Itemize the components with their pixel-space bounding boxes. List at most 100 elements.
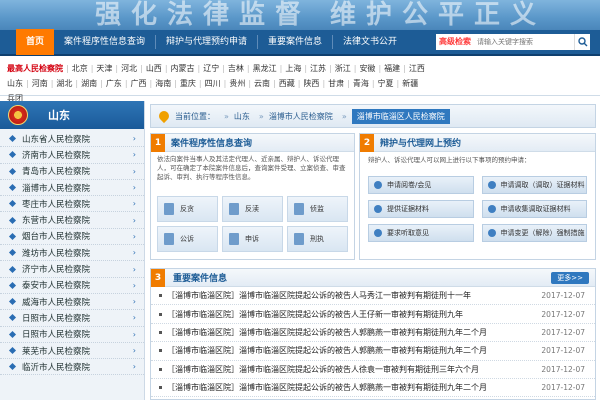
province-link[interactable]: 青海 [350, 78, 372, 89]
sidebar-item[interactable]: 济南市人民检察院 › [0, 147, 144, 164]
breadcrumb-current: 淄博市临淄区人民检察院 [351, 108, 450, 124]
news-row[interactable]: ［淄博市临淄区院］淄博市临淄区院提起公诉的被告人郭鹏燕一审被判有期徒刑九年二个月… [151, 324, 595, 343]
sidebar-item[interactable]: 山东省人民检察院 › [0, 131, 144, 148]
province-link[interactable]: 天津 [93, 63, 115, 74]
chevron-right-icon: › [132, 297, 136, 307]
panel-header: 3 重要案件信息 更多>> [151, 268, 595, 287]
more-button[interactable]: 更多>> [551, 272, 589, 284]
news-row[interactable]: ［淄博市临淄区院］淄博市临淄区院提起公诉的被告人郭鹏燕一审被判有期徒刑九年二个月… [151, 379, 595, 398]
nav-defense-appointment[interactable]: 辩护与代理预约申请 [156, 29, 257, 55]
province-link[interactable]: 辽宁 [200, 63, 222, 74]
nav-home[interactable]: 首页 [16, 29, 54, 55]
sidebar-item-label: 东营市人民检察院 [22, 216, 91, 227]
case-type-button[interactable]: 申诉 [222, 226, 283, 252]
province-link[interactable]: 贵州 [226, 78, 248, 89]
sidebar-item-label: 济宁市人民检察院 [22, 265, 91, 276]
appointment-button[interactable]: 申请变更（解除）强制措施 [481, 224, 587, 242]
news-title[interactable]: ［淄博市临淄区院］淄博市临淄区院提起公诉的被告人郭鹏燕一审被判有期徒刑九年二个月 [167, 345, 541, 356]
province-link[interactable]: 黑龙江 [250, 63, 280, 74]
appointment-button[interactable]: 申请收集调取证据材料 [481, 200, 587, 218]
chevron-right-icon: › [132, 280, 136, 290]
sidebar-item[interactable]: 威海市人民检察院 › [0, 294, 144, 311]
nav-important-cases[interactable]: 重要案件信息 [258, 29, 332, 55]
province-link[interactable]: 宁夏 [375, 78, 397, 89]
sidebar-item[interactable]: 烟台市人民检察院 › [0, 229, 144, 246]
province-link[interactable]: 河北 [118, 63, 140, 74]
province-link[interactable]: 安徽 [356, 63, 378, 74]
province-link[interactable]: 山东 [4, 78, 26, 89]
province-link[interactable]: 陕西 [300, 78, 322, 89]
province-link[interactable]: 海南 [152, 78, 174, 89]
province-link[interactable]: 广西 [128, 78, 150, 89]
nav-legal-documents[interactable]: 法律文书公开 [333, 29, 407, 55]
news-date: 2017-12-07 [541, 309, 585, 319]
case-type-button[interactable]: 侦监 [287, 196, 348, 222]
news-title[interactable]: ［淄博市临淄区院］淄博市临淄区院提起公诉的被告人郭鹏燕一审被判有期徒刑九年二个月 [167, 327, 541, 338]
province-link[interactable]: 广东 [103, 78, 125, 89]
panel-description: 辩护人、诉讼代理人可以网上进行以下事项的预约申请： [368, 156, 531, 164]
province-link[interactable]: 湖北 [53, 78, 75, 89]
search-input[interactable] [474, 34, 574, 50]
province-link[interactable]: 甘肃 [325, 78, 347, 89]
province-link[interactable]: 北京 [69, 63, 91, 74]
news-title[interactable]: ［淄博市临淄区院］淄博市临淄区院提起公诉的被告人徐袁一审被判有期徒刑三年六个月 [167, 364, 541, 375]
sidebar-item[interactable]: 日照市人民检察院 › [0, 327, 144, 343]
case-type-button[interactable]: 反渎 [222, 196, 283, 222]
appointment-button[interactable]: 提供证据材料 [368, 200, 474, 218]
search-icon [577, 37, 587, 47]
appointment-button[interactable]: 申请调取（调取）证据材料 [481, 176, 587, 194]
province-link[interactable]: 福建 [381, 63, 403, 74]
province-link[interactable]: 四川 [202, 78, 224, 89]
sidebar-list: 山东省人民检察院 › 济南市人民检察院 › 青岛市人民检察院 › 淄博市人民检察院 › 枣庄市人… [0, 129, 144, 376]
defense-appointment-panel: 2 辩护与代理网上预约 辩护人、诉讼代理人可以网上进行以下事项的预约申请： 申请… [359, 133, 596, 260]
sidebar-item[interactable]: 青岛市人民检察院 › [0, 164, 144, 180]
province-link[interactable]: 河南 [29, 78, 51, 89]
breadcrumb-item[interactable]: 山东 [234, 111, 250, 122]
sidebar-item[interactable]: 泰安市人民检察院 › [0, 278, 144, 294]
sidebar-item[interactable]: 淄博市人民检察院 › [0, 180, 144, 197]
diamond-bullet-icon [8, 135, 17, 143]
sidebar-item[interactable]: 济宁市人民检察院 › [0, 261, 144, 278]
search-button[interactable] [574, 34, 590, 50]
sidebar-item[interactable]: 莱芜市人民检察院 › [0, 343, 144, 360]
sidebar-item[interactable]: 东营市人民检察院 › [0, 212, 144, 229]
province-link[interactable]: 山西 [143, 63, 165, 74]
panel-header: 1 案件程序性信息查询 [151, 133, 354, 152]
province-link[interactable]: 江苏 [307, 63, 329, 74]
province-link[interactable]: 最高人民检察院 [4, 63, 66, 74]
province-link[interactable]: 浙江 [332, 63, 354, 74]
sidebar-item[interactable]: 日照市人民检察院 › [0, 310, 144, 327]
province-link[interactable]: 内蒙古 [168, 63, 198, 74]
news-title[interactable]: ［淄博市临淄区院］淄博市临淄区院提起公诉的被告人马秀江一审被判有期徒刑十一年 [167, 290, 541, 301]
news-row[interactable]: ［淄博市临淄区院］淄博市临淄区院提起公诉的被告人郭鹏燕一审被判有期徒刑九年二个月… [151, 342, 595, 361]
province-link[interactable]: 云南 [251, 78, 273, 89]
news-row[interactable]: ［淄博市临淄区院］淄博市临淄区院提起公诉的被告人徐袁一审被判有期徒刑三年六个月 2… [151, 361, 595, 379]
breadcrumb-separator-icon: » [224, 111, 229, 121]
case-type-button[interactable]: 刑执 [287, 226, 348, 252]
nav-case-query[interactable]: 案件程序性信息查询 [54, 29, 155, 55]
case-type-button[interactable]: 公诉 [157, 226, 218, 252]
appointment-button[interactable]: 申请阅卷/会见 [368, 176, 474, 194]
sidebar-item[interactable]: 临沂市人民检察院 › [0, 359, 144, 376]
news-title[interactable]: ［淄博市临淄区院］淄博市临淄区院提起公诉的被告人郭鹏燕一审被判有期徒刑九年二个月 [167, 382, 541, 393]
province-link[interactable]: 江西 [406, 63, 428, 74]
news-row[interactable]: ［淄博市临淄区院］淄博市临淄区院提起公诉的被告人王仔新一审被判有期徒刑九年 201… [151, 305, 595, 324]
sidebar-item-label: 威海市人民检察院 [22, 297, 91, 308]
news-title[interactable]: ［淄博市临淄区院］淄博市临淄区院提起公诉的被告人王仔新一审被判有期徒刑九年 [167, 309, 541, 320]
sidebar-item-label: 潍坊市人民检察院 [22, 248, 91, 259]
sidebar-item[interactable]: 枣庄市人民检察院 › [0, 196, 144, 213]
breadcrumb-item[interactable]: 淄博市人民检察院 [269, 111, 333, 122]
province-link[interactable]: 上海 [282, 63, 304, 74]
province-link[interactable]: 吉林 [225, 63, 247, 74]
province-link[interactable]: 湖南 [78, 78, 100, 89]
advanced-search-link[interactable]: 高级检索 [436, 34, 474, 50]
chevron-right-icon: › [132, 329, 136, 339]
province-link[interactable]: 新疆 [399, 78, 421, 89]
case-type-button[interactable]: 反贪 [157, 196, 218, 222]
case-type-label: 反渎 [245, 205, 259, 213]
news-row[interactable]: ［淄博市临淄区院］淄博市临淄区院提起公诉的被告人马秀江一审被判有期徒刑十一年 20… [151, 287, 595, 306]
sidebar-item[interactable]: 潍坊市人民检察院 › [0, 245, 144, 262]
province-link[interactable]: 重庆 [177, 78, 199, 89]
province-link[interactable]: 西藏 [276, 78, 298, 89]
appointment-button[interactable]: 要求听取意见 [368, 224, 474, 242]
